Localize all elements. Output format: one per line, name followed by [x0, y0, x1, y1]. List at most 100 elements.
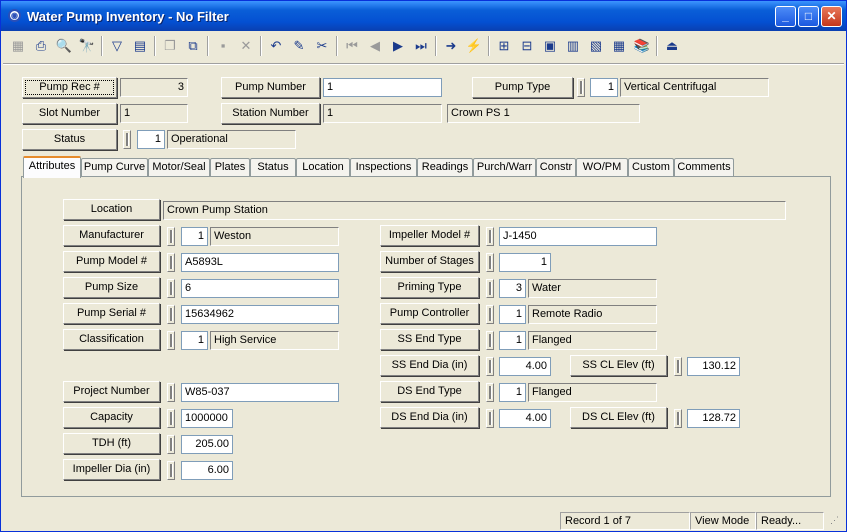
status-lookup-icon[interactable]	[123, 130, 131, 149]
ds-end-dia-field[interactable]: 4.00	[499, 409, 551, 428]
manufacturer-button[interactable]: Manufacturer	[63, 225, 160, 246]
ds-end-type-code-field[interactable]: 1	[499, 383, 526, 402]
tab-comments[interactable]: Comments	[674, 158, 734, 177]
pump-size-button[interactable]: Pump Size	[63, 277, 160, 298]
resize-grip-icon[interactable]: ⋰	[826, 512, 844, 530]
minimize-button[interactable]: _	[775, 6, 796, 27]
calculator-icon[interactable]: ▥	[562, 35, 584, 57]
ds-cl-elev-field[interactable]: 128.72	[687, 409, 740, 428]
ss-end-type-button[interactable]: SS End Type	[380, 329, 479, 350]
tab-plates[interactable]: Plates	[210, 158, 250, 177]
impeller-dia-button[interactable]: Impeller Dia (in)	[63, 459, 160, 480]
pump-model-button[interactable]: Pump Model #	[63, 251, 160, 272]
first-record-icon[interactable]: ⏮	[341, 35, 363, 57]
cut-icon[interactable]: ✂	[311, 35, 333, 57]
exit-icon[interactable]: ⏏	[661, 35, 683, 57]
table-icon[interactable]: ▦	[608, 35, 630, 57]
priming-type-button[interactable]: Priming Type	[380, 277, 479, 298]
tab-purch-warr[interactable]: Purch/Warr	[473, 158, 536, 177]
impeller-model-button[interactable]: Impeller Model #	[380, 225, 479, 246]
pump-size-field[interactable]: 6	[181, 279, 339, 298]
ds-end-dia-button[interactable]: DS End Dia (in)	[380, 407, 479, 428]
pump-controller-code-field[interactable]: 1	[499, 305, 526, 324]
pump-type-code-field[interactable]: 1	[590, 78, 618, 97]
filter-icon[interactable]: ▽	[106, 35, 128, 57]
map-icon[interactable]: ⊞	[493, 35, 515, 57]
ss-end-type-code-field[interactable]: 1	[499, 331, 526, 350]
pump-number-field[interactable]: 1	[323, 78, 442, 97]
duplicate-icon[interactable]: ⧉	[182, 35, 204, 57]
tab-motor-seal[interactable]: Motor/Seal	[148, 158, 210, 177]
copy-record-icon[interactable]: ❐	[159, 35, 181, 57]
pump-serial-button[interactable]: Pump Serial #	[63, 303, 160, 324]
tab-attributes[interactable]: Attributes	[23, 156, 81, 178]
edit-icon[interactable]: ✎	[288, 35, 310, 57]
find-icon[interactable]: 🔭	[76, 35, 98, 57]
manufacturer-code-field[interactable]: 1	[181, 227, 208, 246]
pump-rec-button[interactable]: Pump Rec #	[22, 77, 117, 98]
books-icon[interactable]: 📚	[631, 35, 653, 57]
pump-serial-field[interactable]: 15634962	[181, 305, 339, 324]
title-bar[interactable]: ◉ Water Pump Inventory - No Filter _ □ ✕	[1, 1, 846, 31]
ds-end-type-button[interactable]: DS End Type	[380, 381, 479, 402]
delete-icon[interactable]: ✕	[235, 35, 257, 57]
manufacturer-lookup-icon[interactable]	[167, 227, 175, 246]
tdh-button[interactable]: TDH (ft)	[63, 433, 160, 454]
chart-icon[interactable]: ▣	[539, 35, 561, 57]
impeller-model-field[interactable]: J-1450	[499, 227, 657, 246]
priming-type-code-field[interactable]: 3	[499, 279, 526, 298]
ss-cl-elev-field[interactable]: 130.12	[687, 357, 740, 376]
tdh-field[interactable]: 205.00	[181, 435, 233, 454]
capacity-field[interactable]: 1000000	[181, 409, 233, 428]
undo-icon[interactable]: ↶	[265, 35, 287, 57]
print-icon[interactable]: ⎙	[30, 35, 52, 57]
ss-cl-elev-button[interactable]: SS CL Elev (ft)	[570, 355, 667, 376]
grid-view-icon[interactable]: ▦	[7, 35, 29, 57]
tab-custom[interactable]: Custom	[628, 158, 674, 177]
project-number-button[interactable]: Project Number	[63, 381, 160, 402]
pump-controller-lookup-icon[interactable]	[486, 305, 494, 324]
stages-button[interactable]: Number of Stages	[380, 251, 479, 272]
app-icon[interactable]: ◉	[8, 9, 21, 22]
tab-pump-curve[interactable]: Pump Curve	[81, 158, 148, 177]
report-icon[interactable]: ▤	[129, 35, 151, 57]
status-code-field[interactable]: 1	[137, 130, 165, 149]
ds-end-type-lookup-icon[interactable]	[486, 383, 494, 402]
tab-readings[interactable]: Readings	[417, 158, 473, 177]
ds-cl-elev-button[interactable]: DS CL Elev (ft)	[570, 407, 667, 428]
classification-lookup-icon[interactable]	[167, 331, 175, 350]
tab-constr[interactable]: Constr	[536, 158, 576, 177]
ss-end-dia-button[interactable]: SS End Dia (in)	[380, 355, 479, 376]
close-button[interactable]: ✕	[821, 6, 842, 27]
pump-type-button[interactable]: Pump Type	[472, 77, 573, 98]
save-icon[interactable]: ▪	[212, 35, 234, 57]
tab-status[interactable]: Status	[250, 158, 296, 177]
project-number-field[interactable]: W85-037	[181, 383, 339, 402]
tab-inspections[interactable]: Inspections	[350, 158, 417, 177]
print-preview-icon[interactable]: 🔍	[53, 35, 75, 57]
last-record-icon[interactable]: ⏭	[410, 35, 432, 57]
maximize-button[interactable]: □	[798, 6, 819, 27]
location-button[interactable]: Location	[63, 199, 160, 220]
tree-icon[interactable]: ⊟	[516, 35, 538, 57]
priming-type-lookup-icon[interactable]	[486, 279, 494, 298]
pump-model-field[interactable]: A5893L	[181, 253, 339, 272]
tab-location[interactable]: Location	[296, 158, 350, 177]
station-number-button[interactable]: Station Number	[221, 103, 320, 124]
tab-wo-pm[interactable]: WO/PM	[576, 158, 628, 177]
pump-type-lookup-icon[interactable]	[577, 78, 585, 97]
classification-code-field[interactable]: 1	[181, 331, 208, 350]
status-button[interactable]: Status	[22, 129, 117, 150]
ss-end-dia-field[interactable]: 4.00	[499, 357, 551, 376]
lightning-icon[interactable]: ⚡	[463, 35, 485, 57]
ss-end-type-lookup-icon[interactable]	[486, 331, 494, 350]
next-record-icon[interactable]: ▶	[387, 35, 409, 57]
impeller-dia-field[interactable]: 6.00	[181, 461, 233, 480]
pump-controller-button[interactable]: Pump Controller	[380, 303, 479, 324]
goto-icon[interactable]: ➜	[440, 35, 462, 57]
capacity-button[interactable]: Capacity	[63, 407, 160, 428]
stages-field[interactable]: 1	[499, 253, 551, 272]
pump-number-button[interactable]: Pump Number	[221, 77, 320, 98]
classification-button[interactable]: Classification	[63, 329, 160, 350]
slot-number-button[interactable]: Slot Number	[22, 103, 117, 124]
